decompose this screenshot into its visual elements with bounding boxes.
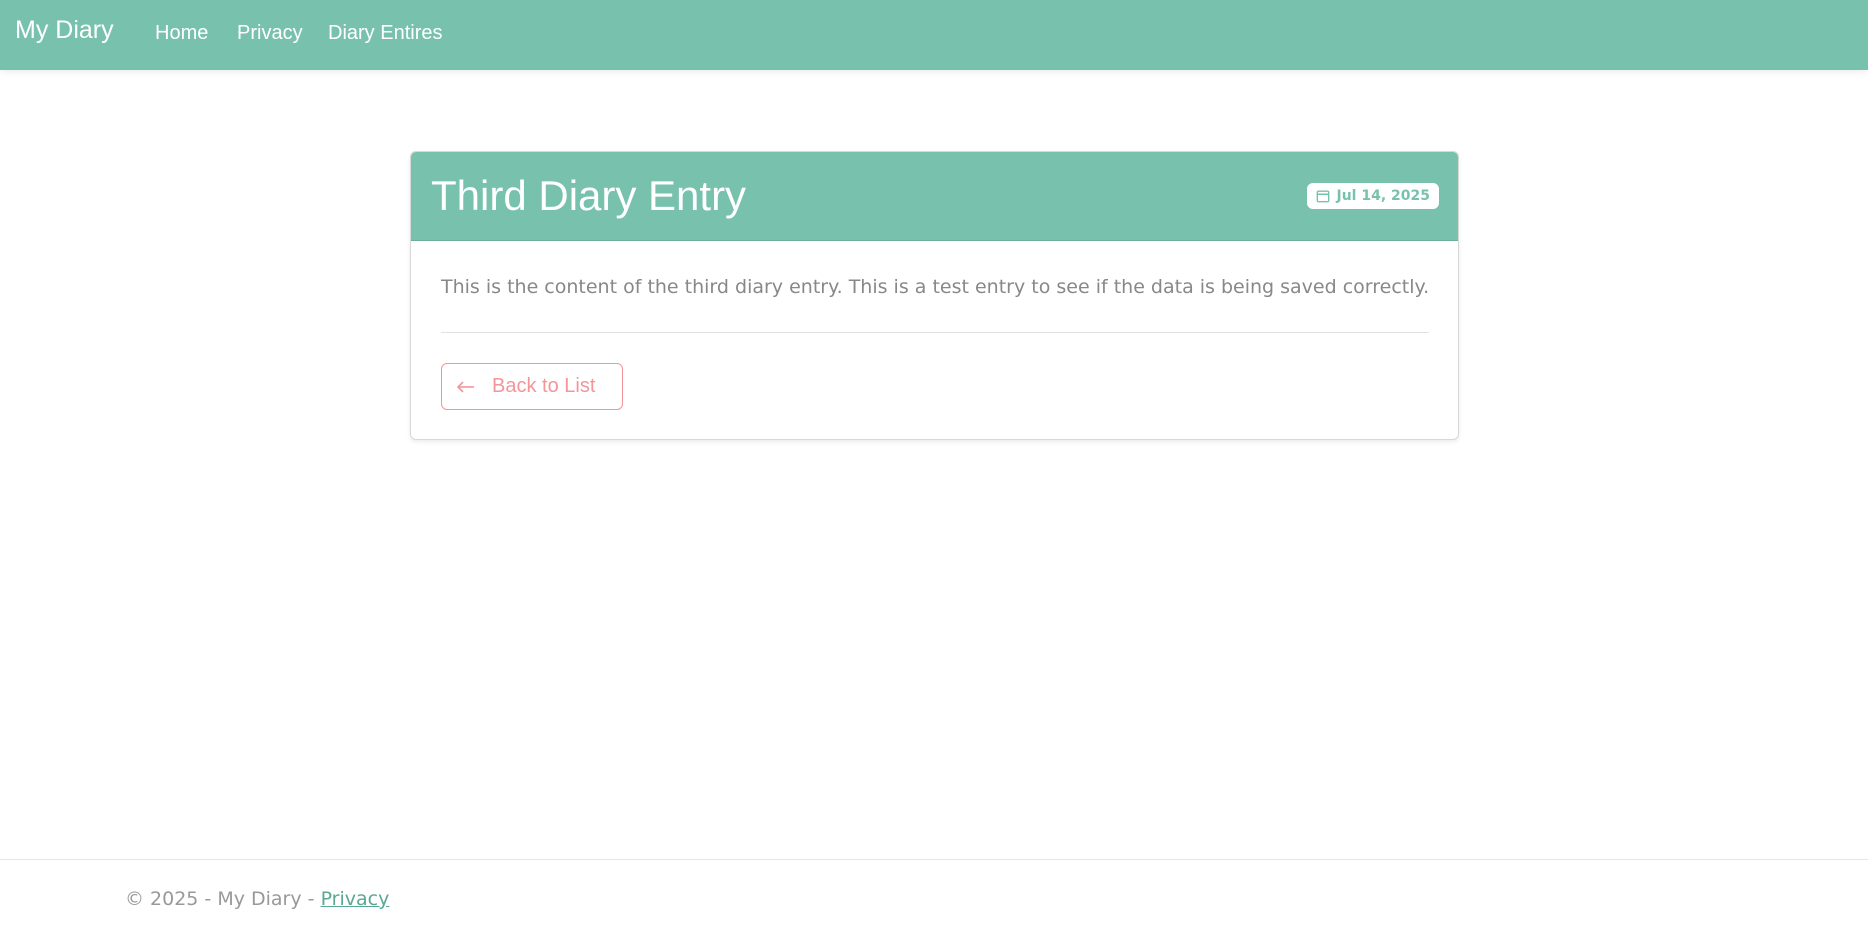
entry-content: This is the content of the third diary e… xyxy=(441,276,1430,298)
nav-privacy-link[interactable]: Privacy xyxy=(237,22,303,45)
calendar-icon xyxy=(1316,190,1329,203)
entry-title: Third Diary Entry xyxy=(431,172,747,219)
entry-card: Third Diary Entry Jul 14, 2025 This is t… xyxy=(410,151,1459,440)
arrow-left-icon xyxy=(456,380,474,393)
entry-date-badge: Jul 14, 2025 xyxy=(1306,183,1439,209)
brand-link[interactable]: My Diary xyxy=(15,16,114,45)
back-to-list-label: Back to List xyxy=(492,375,596,397)
content-divider xyxy=(441,332,1429,333)
page-footer: © 2025 - My Diary - Privacy xyxy=(125,888,389,910)
footer-text: © 2025 - My Diary - xyxy=(125,888,321,910)
top-navbar: My Diary Home Privacy Diary Entires xyxy=(0,0,1868,70)
entry-card-header: Third Diary Entry Jul 14, 2025 xyxy=(411,152,1458,241)
nav-diary-entries-link[interactable]: Diary Entires xyxy=(328,22,442,45)
footer-privacy-link[interactable]: Privacy xyxy=(321,888,390,910)
nav-home-link[interactable]: Home xyxy=(155,22,208,45)
entry-date: Jul 14, 2025 xyxy=(1336,188,1431,204)
footer-divider xyxy=(0,859,1868,860)
back-to-list-button[interactable]: Back to List xyxy=(441,363,623,410)
